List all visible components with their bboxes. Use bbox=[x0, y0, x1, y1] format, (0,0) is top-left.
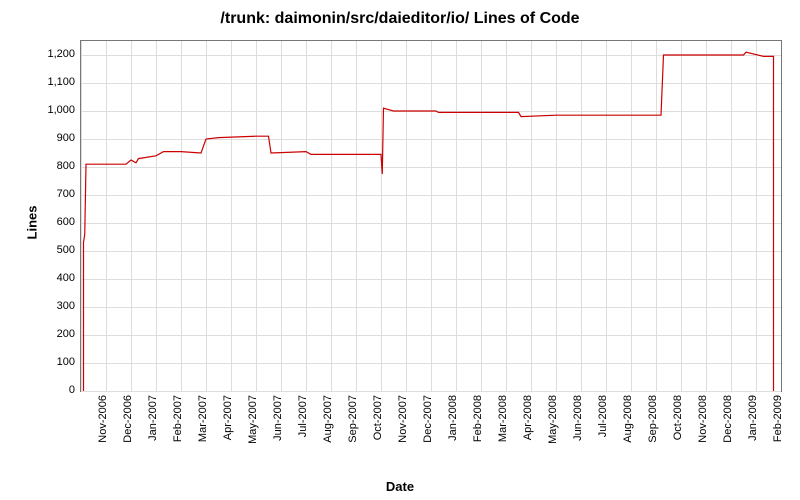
x-tick: Jun-2008 bbox=[572, 395, 584, 441]
x-tick: Jun-2007 bbox=[272, 395, 284, 441]
x-tick: Aug-2007 bbox=[322, 395, 334, 443]
x-tick: May-2008 bbox=[547, 395, 559, 444]
x-tick: Aug-2008 bbox=[622, 395, 634, 443]
chart-title: /trunk: daimonin/src/daieditor/io/ Lines… bbox=[0, 10, 800, 28]
x-tick: Sep-2008 bbox=[647, 395, 659, 443]
y-tick: 300 bbox=[25, 300, 75, 312]
y-tick: 700 bbox=[25, 188, 75, 200]
loc-series-line bbox=[84, 52, 774, 391]
y-tick: 200 bbox=[25, 328, 75, 340]
x-tick: Feb-2007 bbox=[172, 395, 184, 442]
x-tick: Apr-2007 bbox=[222, 395, 234, 440]
x-tick: Nov-2007 bbox=[397, 395, 409, 443]
x-tick: Feb-2009 bbox=[772, 395, 784, 442]
x-tick: Jan-2007 bbox=[147, 395, 159, 441]
x-tick: Jan-2009 bbox=[747, 395, 759, 441]
x-tick: Jan-2008 bbox=[447, 395, 459, 441]
x-tick: Dec-2007 bbox=[422, 395, 434, 443]
y-tick: 500 bbox=[25, 244, 75, 256]
y-tick: 0 bbox=[25, 384, 75, 396]
y-tick: 400 bbox=[25, 272, 75, 284]
x-tick: Jul-2007 bbox=[297, 395, 309, 437]
y-tick: 1,000 bbox=[25, 104, 75, 116]
x-tick: Jul-2008 bbox=[597, 395, 609, 437]
y-tick: 900 bbox=[25, 132, 75, 144]
x-tick: Dec-2008 bbox=[722, 395, 734, 443]
x-tick: Mar-2007 bbox=[197, 395, 209, 442]
x-tick: Oct-2007 bbox=[372, 395, 384, 440]
line-plot bbox=[81, 41, 781, 391]
y-tick: 800 bbox=[25, 160, 75, 172]
x-tick: Nov-2008 bbox=[697, 395, 709, 443]
x-tick: Dec-2006 bbox=[122, 395, 134, 443]
x-tick: Mar-2008 bbox=[497, 395, 509, 442]
x-tick: Sep-2007 bbox=[347, 395, 359, 443]
y-tick: 100 bbox=[25, 356, 75, 368]
y-tick: 600 bbox=[25, 216, 75, 228]
y-tick: 1,200 bbox=[25, 48, 75, 60]
plot-area bbox=[80, 40, 782, 392]
x-axis-label: Date bbox=[0, 479, 800, 494]
chart-container: /trunk: daimonin/src/daieditor/io/ Lines… bbox=[0, 0, 800, 500]
x-tick: Oct-2008 bbox=[672, 395, 684, 440]
y-tick: 1,100 bbox=[25, 76, 75, 88]
x-tick: Nov-2006 bbox=[97, 395, 109, 443]
x-tick: Feb-2008 bbox=[472, 395, 484, 442]
x-tick: Apr-2008 bbox=[522, 395, 534, 440]
x-tick: May-2007 bbox=[247, 395, 259, 444]
